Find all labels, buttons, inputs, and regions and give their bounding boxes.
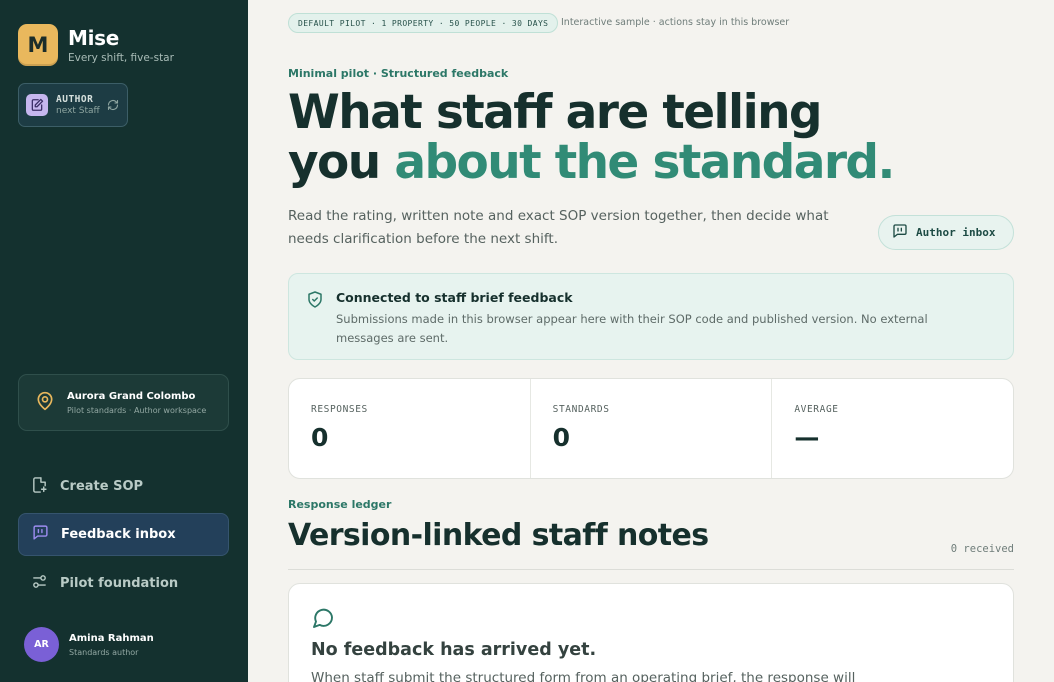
ledger-eyebrow: Response ledger <box>288 498 392 511</box>
title-line-2-plain: you <box>288 135 381 190</box>
sidebar: M Mise Every shift, five-star AUTHOR nex… <box>0 0 248 682</box>
user-profile[interactable]: AR Amina Rahman Standards author <box>24 627 154 662</box>
property-card[interactable]: Aurora Grand Colombo Pilot standards · A… <box>18 374 229 431</box>
main-content: DEFAULT PILOT · 1 PROPERTY · 50 PEOPLE ·… <box>248 0 1054 682</box>
stat-label: AVERAGE <box>794 404 839 415</box>
stat-value: 0 <box>311 423 329 452</box>
stat-responses: RESPONSES 0 <box>289 379 531 478</box>
notice-title: Connected to staff brief feedback <box>336 290 573 305</box>
page-title: What staff are telling you about the sta… <box>288 85 895 190</box>
user-name: Amina Rahman <box>69 632 154 644</box>
stat-standards: STANDARDS 0 <box>531 379 773 478</box>
title-line-1: What staff are telling <box>288 85 823 140</box>
connection-notice: Connected to staff brief feedback Submis… <box>288 273 1014 360</box>
brand-logo: M <box>18 24 58 66</box>
author-inbox-button[interactable]: Author inbox <box>878 215 1014 250</box>
title-line-2-accent: about the standard. <box>394 135 895 190</box>
received-count: 0 received <box>950 543 1014 555</box>
notice-body: Submissions made in this browser appear … <box>336 312 928 345</box>
ledger-title: Version-linked staff notes <box>288 518 709 553</box>
brand-name: Mise <box>68 26 120 50</box>
brand[interactable]: M Mise Every shift, five-star <box>18 24 174 66</box>
stats-panel: RESPONSES 0 STANDARDS 0 AVERAGE — <box>288 378 1014 479</box>
brand-tagline: Every shift, five-star <box>68 52 174 64</box>
role-title: AUTHOR <box>56 94 94 105</box>
author-inbox-label: Author inbox <box>916 226 996 239</box>
shield-check-icon <box>306 290 324 313</box>
user-role: Standards author <box>69 647 139 657</box>
stat-value: — <box>794 423 820 452</box>
role-switcher[interactable]: AUTHOR next Staff <box>18 83 128 127</box>
empty-state-title: No feedback has arrived yet. <box>311 640 597 660</box>
nav-label: Create SOP <box>60 479 144 494</box>
nav-pilot-foundation[interactable]: Pilot foundation <box>18 562 229 605</box>
nav-feedback-inbox[interactable]: Feedback inbox <box>18 513 229 556</box>
sliders-icon <box>31 573 48 594</box>
sample-note: Interactive sample · actions stay in thi… <box>561 17 790 28</box>
map-pin-icon <box>35 390 55 416</box>
file-plus-icon <box>31 476 48 498</box>
property-name: Aurora Grand Colombo <box>67 390 196 402</box>
stat-value: 0 <box>552 423 571 452</box>
empty-state-body: When staff submit the structured form fr… <box>311 670 856 682</box>
page-description: Read the rating, written note and exact … <box>288 208 829 247</box>
stat-label: STANDARDS <box>552 404 610 415</box>
stat-average: AVERAGE — <box>772 379 1013 478</box>
property-subtitle: Pilot standards · Author workspace <box>67 405 207 415</box>
page-eyebrow: Minimal pilot · Structured feedback <box>288 67 509 80</box>
message-circle-icon <box>311 606 335 634</box>
refresh-icon[interactable] <box>107 96 119 115</box>
edit-document-icon <box>26 94 48 116</box>
avatar: AR <box>24 627 59 662</box>
role-subtitle: next Staff <box>56 106 100 116</box>
message-square-icon <box>32 524 49 545</box>
message-square-icon <box>892 223 908 242</box>
nav-create-sop[interactable]: Create SOP <box>18 465 229 508</box>
empty-state-card: No feedback has arrived yet. When staff … <box>288 583 1014 682</box>
stat-label: RESPONSES <box>311 404 368 415</box>
nav-label: Feedback inbox <box>61 527 176 542</box>
pilot-scope-badge: DEFAULT PILOT · 1 PROPERTY · 50 PEOPLE ·… <box>288 13 559 33</box>
divider <box>288 569 1014 570</box>
nav-label: Pilot foundation <box>60 576 179 591</box>
